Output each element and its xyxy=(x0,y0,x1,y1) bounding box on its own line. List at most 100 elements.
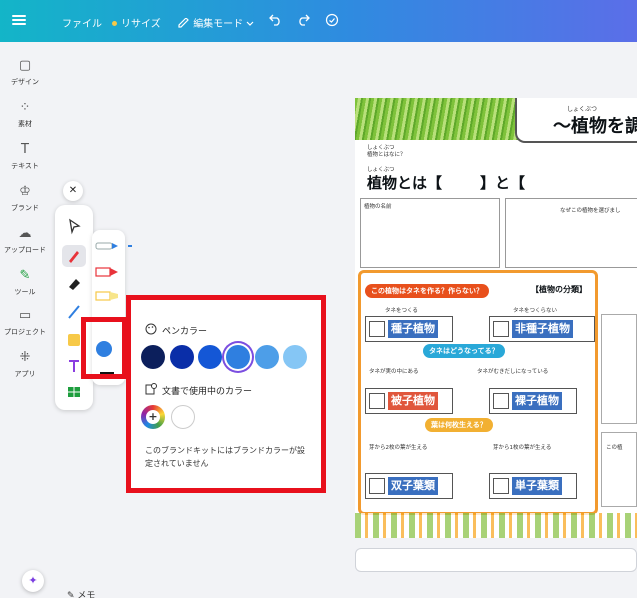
angiosperm-box: 被子植物 xyxy=(365,388,453,414)
two-leaves-label: 芽から2枚の葉が生える xyxy=(369,445,428,451)
no-seed-label: タネをつくらない xyxy=(513,308,558,314)
right-small-label: この植 xyxy=(606,445,623,451)
gymnosperm-box: 裸子植物 xyxy=(489,388,577,414)
shapes-icon: ⁘ xyxy=(19,100,31,115)
color-swatch-light-blue[interactable] xyxy=(255,345,279,369)
sidebar-item-design[interactable]: ▢ デザイン xyxy=(0,58,50,87)
color-swatch-blue[interactable] xyxy=(198,345,222,369)
seed-outside-label: タネがむきだしになっている xyxy=(477,369,549,375)
gymnosperm-label: 裸子植物 xyxy=(512,392,562,410)
upload-icon: ☁ xyxy=(18,226,32,241)
resize-label: リサイズ xyxy=(121,19,161,30)
monocot-box: 単子葉類 xyxy=(489,473,577,499)
cloud-sync-icon[interactable] xyxy=(325,13,339,27)
seed-plant-box: 種子植物 xyxy=(365,316,453,342)
sidebar-item-tools[interactable]: ✎ ツール xyxy=(0,268,50,297)
title-box: しょくぶつ 〜植物を調 xyxy=(515,98,637,143)
sidebar-item-upload[interactable]: ☁ アップロード xyxy=(0,226,50,255)
seed-plant-label: 種子植物 xyxy=(388,320,438,338)
one-leaf-label: 芽から1枚の葉が生える xyxy=(493,445,552,451)
pen-color-heading: ペンカラー xyxy=(162,327,208,337)
sidebar-item-elements[interactable]: ⁘ 素材 xyxy=(0,100,50,129)
table-tool[interactable] xyxy=(62,381,86,403)
select-tool[interactable] xyxy=(62,215,86,237)
monocot-label: 単子葉類 xyxy=(512,477,562,495)
non-seed-plant-box: 非種子植物 xyxy=(489,316,595,342)
pen-type-icon[interactable] xyxy=(94,238,134,254)
current-color-swatch[interactable] xyxy=(96,341,112,357)
edit-mode-dropdown[interactable]: 編集モード xyxy=(178,15,254,30)
design-page[interactable]: しょくぶつ 〜植物を調 しょくぶつ 植物とはなに？ しょくぶつ 植物とは【 】と… xyxy=(355,98,637,538)
marker-tool[interactable] xyxy=(62,273,86,295)
sidebar-item-label: ブランド xyxy=(11,204,39,212)
memo-label: メモ xyxy=(77,591,96,598)
footer-decoration xyxy=(355,513,637,538)
color-swatch-dark-blue[interactable] xyxy=(170,345,194,369)
magic-assistant-button[interactable]: ✦ xyxy=(22,570,44,592)
sidebar-item-label: ツール xyxy=(14,288,36,296)
sidebar-item-label: 素材 xyxy=(18,120,32,128)
sidebar-item-label: デザイン xyxy=(11,78,39,86)
q-small-text: 植物とはなに？ xyxy=(367,152,406,158)
doc-colors-heading: 文書で使用中のカラー xyxy=(162,387,253,397)
undo-icon[interactable] xyxy=(269,14,282,26)
checkbox[interactable] xyxy=(369,321,385,337)
sidebar-item-projects[interactable]: ▭ プロジェクト xyxy=(0,308,50,337)
cursor-icon xyxy=(69,218,81,235)
makes-seed-label: タネをつくる xyxy=(385,308,418,314)
checkbox[interactable] xyxy=(493,393,509,409)
add-color-button[interactable]: + xyxy=(141,405,165,429)
chevron-down-icon xyxy=(246,21,254,26)
marker-icon xyxy=(69,279,80,290)
layout-icon: ▢ xyxy=(18,58,32,73)
sidebar-item-text[interactable]: T テキスト xyxy=(0,142,50,171)
color-swatch-selected[interactable] xyxy=(226,345,250,369)
file-menu[interactable]: ファイル xyxy=(62,15,102,30)
draw-toolstrip xyxy=(55,205,93,410)
why-chosen-box: なぜこの植物を選びまし xyxy=(505,198,637,268)
brand-kit-note: このブランドキットにはブランドカラーが設定されていません xyxy=(145,446,305,468)
plant-name-box: 植物の名前 xyxy=(360,198,500,268)
draw-icon: ✎ xyxy=(19,268,31,283)
sidebar-item-brand[interactable]: ♔ ブランド xyxy=(0,184,50,213)
redo-icon[interactable] xyxy=(297,14,310,26)
highlighter-type-icon[interactable] xyxy=(94,288,122,304)
resize-button[interactable]: リサイズ xyxy=(112,15,161,30)
sidebar-item-apps[interactable]: ⁜ アプリ xyxy=(0,350,50,379)
pencil-icon xyxy=(178,17,189,28)
palette-icon xyxy=(145,323,157,335)
menu-icon[interactable] xyxy=(12,13,26,27)
sidebar-item-label: アプリ xyxy=(14,370,36,378)
dicot-box: 双子葉類 xyxy=(365,473,453,499)
table-icon xyxy=(68,387,80,397)
text-icon: T xyxy=(21,142,29,157)
sidebar-item-label: アップロード xyxy=(4,246,46,254)
top-toolbar: ファイル リサイズ 編集モード xyxy=(0,0,637,42)
color-swatch-navy[interactable] xyxy=(141,345,165,369)
close-draw-button[interactable]: ✕ xyxy=(63,181,83,201)
q1-pill: この植物はタネを作る？作らない？ xyxy=(365,284,489,298)
checkbox[interactable] xyxy=(493,321,509,337)
plant-name-label: 植物の名前 xyxy=(364,204,392,210)
checkbox[interactable] xyxy=(493,478,509,494)
sidebar-item-label: プロジェクト xyxy=(4,328,46,336)
memo-button[interactable]: ✎ メモ xyxy=(67,588,95,598)
memo-icon: ✎ xyxy=(67,591,75,598)
color-swatch-sky[interactable] xyxy=(283,345,307,369)
crown-icon xyxy=(112,21,117,26)
classification-heading: 【植物の分類】 xyxy=(531,285,587,294)
color-swatch-white[interactable] xyxy=(171,405,195,429)
q3-pill: 葉は何枚生える？ xyxy=(425,418,493,432)
checkbox[interactable] xyxy=(369,478,385,494)
pen-tool[interactable] xyxy=(62,245,86,267)
page-scroll-bar[interactable] xyxy=(355,548,637,572)
headline-and: 】と【 xyxy=(480,174,526,192)
checkbox[interactable] xyxy=(369,393,385,409)
seed-inside-label: タネが実の中にある xyxy=(369,369,419,375)
right-info-box-2: この植 xyxy=(601,432,637,507)
brand-icon: ♔ xyxy=(19,184,31,199)
right-info-box xyxy=(601,314,637,424)
marker-type-icon[interactable] xyxy=(94,264,122,280)
edit-mode-label: 編集モード xyxy=(193,19,244,30)
document-palette-icon xyxy=(145,383,157,395)
